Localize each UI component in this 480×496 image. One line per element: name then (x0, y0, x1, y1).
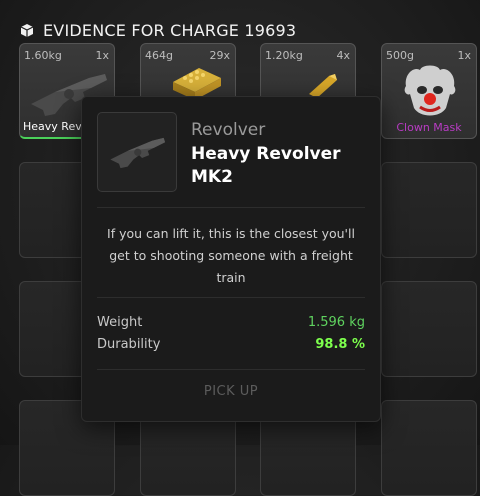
slot-weight: 1.60kg (24, 49, 62, 62)
slot-count: 29x (209, 49, 230, 62)
slot-weight: 464g (145, 49, 173, 62)
inventory-slot-clown-mask[interactable]: 500g 1x Clown Mask (381, 43, 477, 139)
box-icon (20, 24, 34, 37)
slot-label: Clown Mask (396, 121, 462, 134)
stat-label: Durability (97, 337, 161, 352)
stat-value: 98.8 % (315, 337, 365, 352)
inventory-header: EVIDENCE FOR CHARGE 19693 (19, 19, 296, 41)
slot-weight: 1.20kg (265, 49, 303, 62)
slot-count: 1x (457, 49, 471, 62)
inventory-slot-empty[interactable] (381, 400, 477, 496)
pick-up-button[interactable]: PICK UP (97, 379, 365, 405)
item-tooltip: Revolver Heavy Revolver MK2 If you can l… (81, 96, 381, 422)
item-category: Revolver (191, 120, 266, 140)
slot-weight: 500g (386, 49, 414, 62)
stat-label: Weight (97, 315, 143, 330)
slot-count: 4x (336, 49, 350, 62)
divider (97, 207, 365, 208)
item-thumbnail (97, 112, 177, 192)
stat-weight: Weight 1.596 kg (97, 315, 365, 330)
item-name: Heavy Revolver MK2 (191, 144, 341, 187)
inventory-title: EVIDENCE FOR CHARGE 19693 (43, 20, 297, 40)
revolver-icon (110, 137, 166, 169)
stat-durability: Durability 98.8 % (97, 337, 365, 352)
divider (97, 369, 365, 370)
inventory-slot-empty[interactable] (381, 281, 477, 377)
slot-count: 1x (95, 49, 109, 62)
item-description: If you can lift it, this is the closest … (107, 226, 355, 285)
inventory-slot-empty[interactable] (381, 162, 477, 258)
clown-mask-icon (404, 65, 456, 116)
stat-value: 1.596 kg (307, 315, 365, 330)
divider (97, 297, 365, 298)
